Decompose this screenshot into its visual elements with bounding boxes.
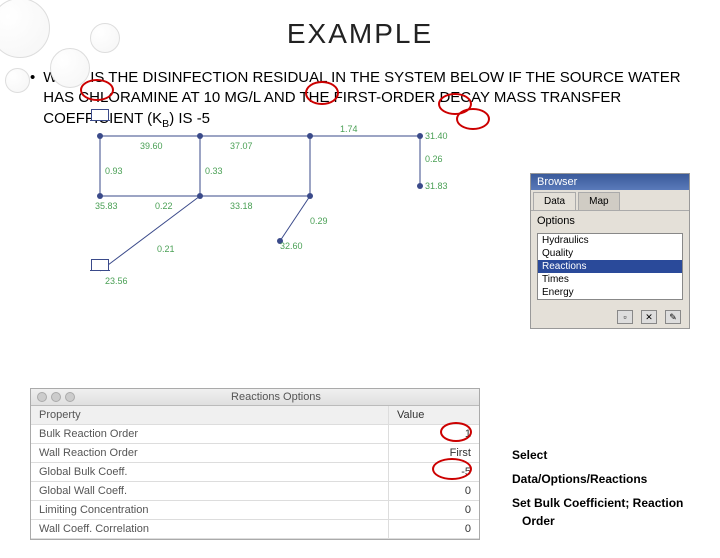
node-label: 33.18 <box>230 201 253 211</box>
tab-data[interactable]: Data <box>533 192 576 210</box>
table-row: Wall Coeff. Correlation 0 <box>31 520 479 539</box>
instruction-text: Select Data/Options/Reactions Set Bulk C… <box>512 446 692 536</box>
row-value[interactable]: First <box>389 444 479 462</box>
node-label: 0.33 <box>205 166 223 176</box>
delete-icon[interactable]: ✕ <box>641 310 657 324</box>
options-list[interactable]: Hydraulics Quality Reactions Times Energ… <box>537 233 683 300</box>
node-label: 31.83 <box>425 181 448 191</box>
browser-section-label: Options <box>531 211 689 231</box>
table-row: Global Wall Coeff. 0 <box>31 482 479 501</box>
window-dot[interactable] <box>37 392 47 402</box>
table-header: Property Value <box>31 406 479 425</box>
instruction-line: Set Bulk Coefficient; Reaction Order <box>512 494 692 530</box>
table-row: Bulk Reaction Order 1 <box>31 425 479 444</box>
browser-toolbar: ▫ ✕ ✎ <box>531 306 689 328</box>
browser-tabs: Data Map <box>531 190 689 211</box>
option-times[interactable]: Times <box>538 273 682 286</box>
row-label: Global Wall Coeff. <box>31 482 389 500</box>
node-label: 0.22 <box>155 201 173 211</box>
node-label: 0.26 <box>425 154 443 164</box>
browser-titlebar: Browser <box>531 174 689 190</box>
node-label: 35.83 <box>95 201 118 211</box>
table-row: Global Bulk Coeff. -5 <box>31 463 479 482</box>
option-hydraulics[interactable]: Hydraulics <box>538 234 682 247</box>
row-label: Global Bulk Coeff. <box>31 463 389 481</box>
option-quality[interactable]: Quality <box>538 247 682 260</box>
edit-icon[interactable]: ✎ <box>665 310 681 324</box>
annotation-circle <box>80 79 114 101</box>
browser-panel: Browser Data Map Options Hydraulics Qual… <box>530 173 690 329</box>
node-label: 0.93 <box>105 166 123 176</box>
add-icon[interactable]: ▫ <box>617 310 633 324</box>
node-label: 23.56 <box>105 276 128 286</box>
node-label: 1.74 <box>340 124 358 134</box>
panel-titlebar: Reactions Options <box>31 389 479 406</box>
tank-icon <box>91 259 109 271</box>
instruction-line: Data/Options/Reactions <box>512 470 692 488</box>
node-label: 0.29 <box>310 216 328 226</box>
header-value: Value <box>389 406 479 424</box>
annotation-circle <box>456 108 490 130</box>
node-label: 0.21 <box>157 244 175 254</box>
node-label: 32.60 <box>280 241 303 251</box>
table-row: Wall Reaction Order First <box>31 444 479 463</box>
annotation-circle <box>440 422 472 442</box>
row-label: Bulk Reaction Order <box>31 425 389 443</box>
row-label: Limiting Concentration <box>31 501 389 519</box>
header-property: Property <box>31 406 389 424</box>
network-diagram: 39.60 37.07 1.74 31.40 0.26 0.93 0.33 31… <box>80 111 500 311</box>
row-value[interactable]: 0 <box>389 482 479 500</box>
row-label: Wall Reaction Order <box>31 444 389 462</box>
panel-title: Reactions Options <box>79 391 473 403</box>
node-label: 39.60 <box>140 141 163 151</box>
window-dot[interactable] <box>65 392 75 402</box>
annotation-circle <box>305 81 339 105</box>
row-label: Wall Coeff. Correlation <box>31 520 389 538</box>
annotation-circle <box>432 458 472 480</box>
instruction-line: Select <box>512 446 692 464</box>
option-reactions[interactable]: Reactions <box>538 260 682 273</box>
tank-icon <box>91 109 109 121</box>
node-label: 31.40 <box>425 131 448 141</box>
tab-map[interactable]: Map <box>578 192 619 210</box>
table-row: Limiting Concentration 0 <box>31 501 479 520</box>
window-dot[interactable] <box>51 392 61 402</box>
option-energy[interactable]: Energy <box>538 286 682 299</box>
reactions-options-panel: Reactions Options Property Value Bulk Re… <box>30 388 480 540</box>
row-value[interactable]: 0 <box>389 520 479 538</box>
node-label: 37.07 <box>230 141 253 151</box>
browser-title-text: Browser <box>537 176 577 188</box>
row-value[interactable]: 0 <box>389 501 479 519</box>
